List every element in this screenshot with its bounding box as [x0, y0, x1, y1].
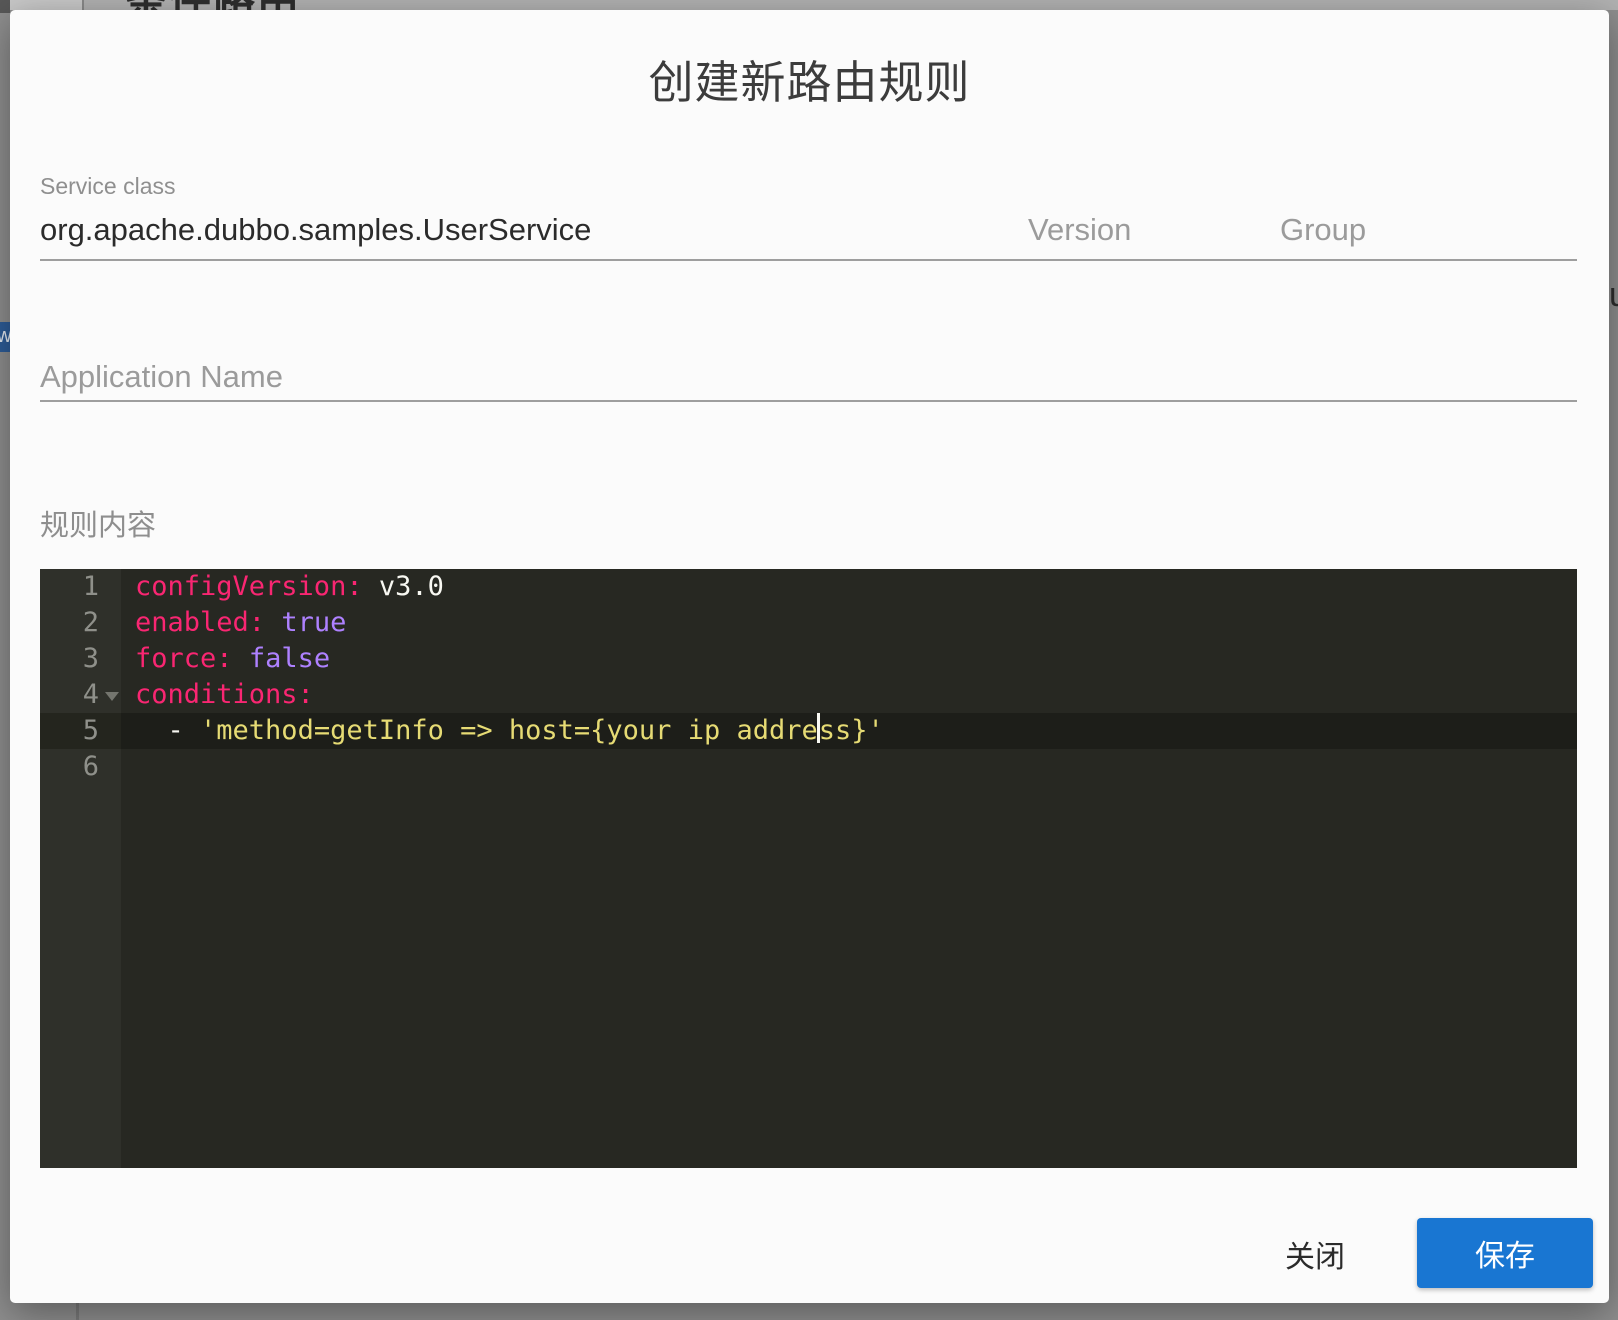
background-page-strip: 条件路由 — [0, 0, 1618, 10]
editor-line[interactable]: 1 configVersion: v3.0 — [40, 569, 1577, 605]
line-number: 1 — [40, 569, 121, 605]
code-token: false — [248, 643, 331, 674]
background-corner-fragment — [0, 0, 10, 13]
editor-line[interactable]: 3 force: false — [40, 641, 1577, 677]
code-editor-lines: 1 configVersion: v3.0 2 enabled: true 3 force… — [40, 569, 1577, 785]
code-token: force: — [135, 643, 233, 674]
code-token: v3.0 — [378, 571, 444, 602]
background-right-glyph: u — [1609, 276, 1618, 312]
background-right-text-fragment: u — [1609, 276, 1618, 312]
create-route-rule-dialog: 创建新路由规则 Service class 规则内容 1configVersio… — [10, 10, 1609, 1303]
code-token: - — [135, 715, 201, 746]
line-number: 5 — [40, 713, 121, 749]
service-class-input[interactable] — [40, 210, 1004, 250]
text-cursor — [816, 713, 820, 743]
line-number: 2 — [40, 605, 121, 641]
version-input[interactable] — [1004, 210, 1256, 250]
code-line: conditions: — [121, 677, 1577, 713]
editor-line[interactable]: 6 — [40, 749, 1577, 785]
code-line: configVersion: v3.0 — [121, 569, 1577, 605]
background-blue-button-label: ew — [0, 325, 10, 347]
line-number: 4 — [40, 677, 121, 713]
service-row: Service class — [40, 173, 1577, 261]
fold-caret-icon[interactable] — [105, 692, 119, 701]
screen: 条件路由 ew u 创建新路由规则 Service class 规则内容 1co… — [0, 0, 1618, 1320]
editor-line[interactable]: 4 conditions: — [40, 677, 1577, 713]
code-token: configVersion: — [135, 571, 363, 602]
close-button[interactable]: 关闭 — [1265, 1230, 1365, 1278]
save-button[interactable]: 保存 — [1417, 1218, 1593, 1288]
code-token: enabled: — [135, 607, 266, 638]
line-number: 3 — [40, 641, 121, 677]
rule-content-label: 规则内容 — [40, 510, 157, 542]
code-line: force: false — [121, 641, 1577, 677]
line-number: 6 — [40, 749, 121, 785]
code-token: conditions: — [135, 679, 314, 710]
service-class-label: Service class — [40, 173, 176, 199]
code-line: enabled: true — [121, 605, 1577, 641]
application-row — [40, 357, 1577, 402]
background-card-fragment — [8, 0, 84, 10]
background-page-heading: 条件路由 — [125, 0, 301, 10]
background-blue-button-fragment: ew — [0, 322, 10, 352]
background-divider-fragment — [76, 1303, 79, 1320]
code-token: true — [281, 607, 347, 638]
rule-content-editor[interactable]: 1 configVersion: v3.0 2 enabled: true 3 force… — [40, 569, 1577, 1168]
group-input[interactable] — [1256, 210, 1577, 250]
code-line: - 'method=getInfo => host={your ip addre… — [121, 713, 1577, 749]
application-name-input[interactable] — [40, 357, 1577, 397]
code-token: 'method=getInfo => host={your ip addre — [200, 715, 818, 746]
editor-line[interactable]: 5 - 'method=getInfo => host={your ip add… — [40, 713, 1577, 749]
editor-line[interactable]: 2 enabled: true — [40, 605, 1577, 641]
dialog-title: 创建新路由规则 — [648, 57, 971, 108]
code-token: ss}' — [818, 715, 884, 746]
